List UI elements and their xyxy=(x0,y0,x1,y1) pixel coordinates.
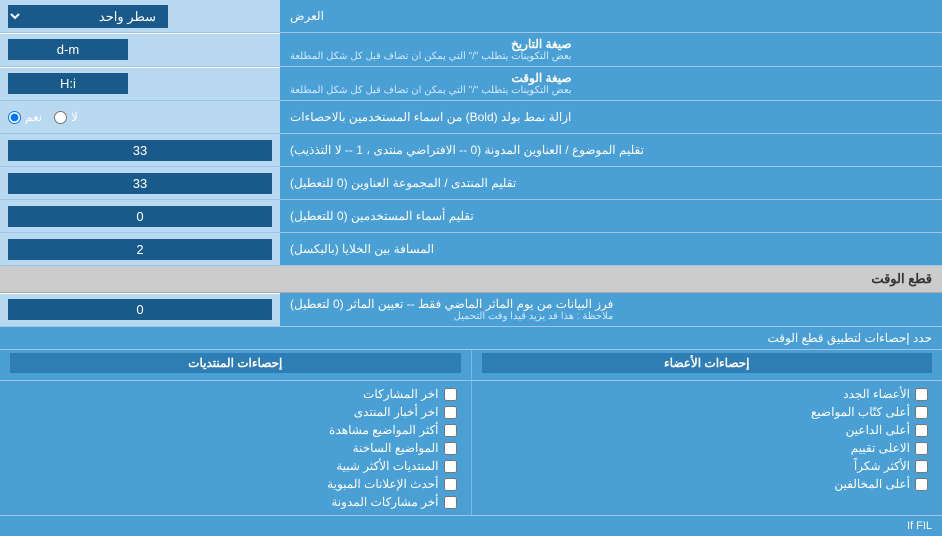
stats-membership-item-6: أحدث الإعلانات المبوية xyxy=(10,475,461,493)
stats-limit-label: حدد إحصاءات لتطبيق قطع الوقت xyxy=(290,331,932,345)
bold-no-radio[interactable] xyxy=(54,111,67,124)
stats-member-check-5[interactable] xyxy=(915,460,928,473)
stats-members-col: الأعضاء الجدد أعلى كتّاب المواضيع أعلى ا… xyxy=(471,381,942,515)
cell-spacing-control[interactable] xyxy=(0,233,280,265)
stats-member-item-2: أعلى كتّاب المواضيع xyxy=(482,403,933,421)
stats-membership-item-5: المنتديات الأكثر شبية xyxy=(10,457,461,475)
forum-group-input[interactable] xyxy=(8,173,272,194)
forum-order-label: تقليم الموضوع / العناوين المدونة (0 -- ا… xyxy=(280,134,942,166)
stats-memberships-header: إحصاءات المنتديات xyxy=(10,353,461,373)
stats-membership-item-4: المواضيع الساخنة xyxy=(10,439,461,457)
usernames-row: تقليم أسماء المستخدمين (0 للتعطيل) xyxy=(0,200,942,233)
usernames-label: تقليم أسماء المستخدمين (0 للتعطيل) xyxy=(280,200,942,232)
stats-member-check-3[interactable] xyxy=(915,424,928,437)
stats-cols-header: إحصاءات الأعضاء إحصاءات المنتديات xyxy=(0,350,942,381)
stats-member-item-3: أعلى الداعين xyxy=(482,421,933,439)
stats-membership-check-3[interactable] xyxy=(444,424,457,437)
stats-membership-check-2[interactable] xyxy=(444,406,457,419)
cutoff-filter-input[interactable] xyxy=(8,299,272,320)
forum-order-input[interactable] xyxy=(8,140,272,161)
forum-group-label: تقليم المنتدى / المجموعة العناوين (0 للت… xyxy=(280,167,942,199)
display-control[interactable]: سطر واحد xyxy=(0,0,280,32)
stats-memberships-col: اخر المشاركات اخر أخبار المنتدى أكثر الم… xyxy=(0,381,471,515)
display-row: العرض سطر واحد xyxy=(0,0,942,33)
cutoff-section-header: قطع الوقت xyxy=(0,266,942,293)
date-format-label: صيغة التاريخ بعض التكوينات يتطلب "/" الت… xyxy=(280,33,942,66)
bold-label: ازالة نمط بولد (Bold) من اسماء المستخدمي… xyxy=(280,101,942,133)
stats-membership-check-7[interactable] xyxy=(444,496,457,509)
bold-yes-label[interactable]: نعم xyxy=(8,110,42,124)
bold-control[interactable]: لا نعم xyxy=(0,101,280,133)
stats-membership-item-2: اخر أخبار المنتدى xyxy=(10,403,461,421)
stats-member-check-2[interactable] xyxy=(915,406,928,419)
stats-limit-row: حدد إحصاءات لتطبيق قطع الوقت xyxy=(0,327,942,350)
stats-member-check-1[interactable] xyxy=(915,388,928,401)
stats-member-check-6[interactable] xyxy=(915,478,928,491)
stats-membership-check-1[interactable] xyxy=(444,388,457,401)
forum-group-control[interactable] xyxy=(0,167,280,199)
stats-membership-item-3: أكثر المواضيع مشاهدة xyxy=(10,421,461,439)
cutoff-filter-control[interactable] xyxy=(0,294,280,326)
time-format-control[interactable] xyxy=(0,68,280,100)
stats-member-item-1: الأعضاء الجدد xyxy=(482,385,933,403)
forum-order-control[interactable] xyxy=(0,134,280,166)
stats-membership-check-6[interactable] xyxy=(444,478,457,491)
stats-member-check-4[interactable] xyxy=(915,442,928,455)
stats-membership-item-1: اخر المشاركات xyxy=(10,385,461,403)
cell-spacing-label: المسافة بين الخلايا (بالبكسل) xyxy=(280,233,942,265)
usernames-control[interactable] xyxy=(0,200,280,232)
date-format-input[interactable] xyxy=(8,39,128,60)
date-format-control[interactable] xyxy=(0,34,280,66)
stats-member-item-5: الأكثر شكراً xyxy=(482,457,933,475)
time-format-row: صيغة الوقت بعض التكوينات يتطلب "/" التي … xyxy=(0,67,942,101)
stats-members-header: إحصاءات الأعضاء xyxy=(482,353,933,373)
stats-items-container: الأعضاء الجدد أعلى كتّاب المواضيع أعلى ا… xyxy=(0,381,942,515)
usernames-input[interactable] xyxy=(8,206,272,227)
time-format-input[interactable] xyxy=(8,73,128,94)
forum-order-row: تقليم الموضوع / العناوين المدونة (0 -- ا… xyxy=(0,134,942,167)
time-format-label: صيغة الوقت بعض التكوينات يتطلب "/" التي … xyxy=(280,67,942,100)
bold-radio-group: لا نعم xyxy=(8,110,78,124)
date-format-row: صيغة التاريخ بعض التكوينات يتطلب "/" الت… xyxy=(0,33,942,67)
bold-no-label[interactable]: لا xyxy=(54,110,78,124)
display-label: العرض xyxy=(280,0,942,32)
display-select[interactable]: سطر واحد xyxy=(8,5,168,28)
cell-spacing-input[interactable] xyxy=(8,239,272,260)
stats-membership-item-7: أخر مشاركات المدونة xyxy=(10,493,461,511)
forum-group-row: تقليم المنتدى / المجموعة العناوين (0 للت… xyxy=(0,167,942,200)
stats-member-item-6: أعلى المخالفين xyxy=(482,475,933,493)
footer-note: If FIL xyxy=(0,515,942,536)
stats-member-item-4: الاعلى تقييم xyxy=(482,439,933,457)
footer-note-text: If FIL xyxy=(907,520,932,532)
stats-membership-check-5[interactable] xyxy=(444,460,457,473)
bold-yes-radio[interactable] xyxy=(8,111,21,124)
bold-row: ازالة نمط بولد (Bold) من اسماء المستخدمي… xyxy=(0,101,942,134)
cell-spacing-row: المسافة بين الخلايا (بالبكسل) xyxy=(0,233,942,266)
cutoff-filter-label: فرز البيانات من يوم الماثر الماضي فقط --… xyxy=(280,293,942,326)
cutoff-filter-row: فرز البيانات من يوم الماثر الماضي فقط --… xyxy=(0,293,942,327)
stats-membership-check-4[interactable] xyxy=(444,442,457,455)
